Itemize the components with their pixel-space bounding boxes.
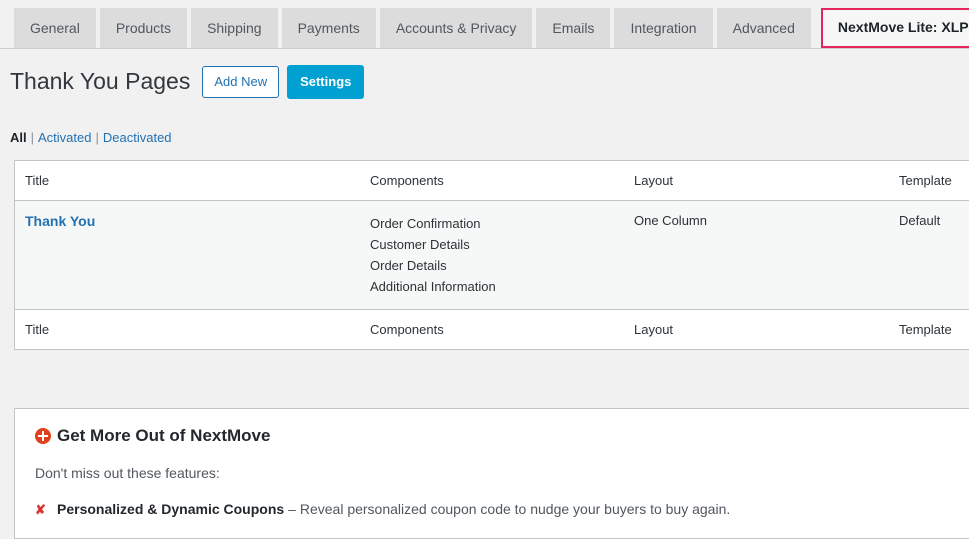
filter-link-activated[interactable]: Activated: [38, 130, 91, 145]
filter-link-all[interactable]: All: [10, 130, 27, 145]
table-footer-row: Title Components Layout Template: [15, 310, 969, 350]
tab-accounts-privacy[interactable]: Accounts & Privacy: [380, 8, 533, 48]
upsell-title: Get More Out of NextMove: [57, 425, 270, 447]
component-item: Additional Information: [370, 276, 614, 297]
table-head: Title Components Layout Template: [15, 161, 969, 201]
table-foot: Title Components Layout Template: [15, 310, 969, 350]
upsell-heading: Get More Out of NextMove: [35, 425, 949, 447]
filter-separator-1: |: [27, 130, 38, 145]
column-footer-layout: Layout: [624, 310, 889, 350]
column-header-components: Components: [360, 161, 624, 201]
column-header-title[interactable]: Title: [15, 161, 361, 201]
component-item: Order Details: [370, 255, 614, 276]
tab-shipping[interactable]: Shipping: [191, 8, 278, 48]
feature-name: Personalized & Dynamic Coupons: [57, 501, 284, 517]
column-footer-components: Components: [360, 310, 624, 350]
page-title: Thank You Pages: [10, 67, 190, 97]
cell-title: Thank You: [15, 201, 361, 310]
settings-tab-bar: GeneralProductsShippingPaymentsAccounts …: [0, 0, 969, 49]
tab-nextmove-lite-xlplugins[interactable]: NextMove Lite: XLPlugins: [821, 8, 969, 48]
column-footer-template: Template: [889, 310, 969, 350]
thank-you-page-link[interactable]: Thank You: [25, 213, 95, 229]
table-header-row: Title Components Layout Template: [15, 161, 969, 201]
component-list: Order Confirmation Customer Details Orde…: [370, 213, 614, 297]
feature-item: ✘ Personalized & Dynamic Coupons– Reveal…: [35, 501, 949, 518]
filter-link-deactivated[interactable]: Deactivated: [103, 130, 172, 145]
feature-text: Personalized & Dynamic Coupons– Reveal p…: [57, 501, 730, 517]
column-footer-title[interactable]: Title: [15, 310, 361, 350]
component-item: Order Confirmation: [370, 213, 614, 234]
tab-integration[interactable]: Integration: [614, 8, 712, 48]
table-body: Thank You Order Confirmation Customer De…: [15, 201, 969, 310]
column-header-template: Template: [889, 161, 969, 201]
add-new-button[interactable]: Add New: [202, 66, 279, 98]
feature-description: – Reveal personalized coupon code to nud…: [288, 501, 730, 517]
page-header: Thank You Pages Add New Settings: [0, 49, 969, 99]
tab-advanced[interactable]: Advanced: [717, 8, 811, 48]
thank-you-pages-table: Title Components Layout Template Thank Y…: [14, 160, 969, 350]
column-header-layout: Layout: [624, 161, 889, 201]
table-row: Thank You Order Confirmation Customer De…: [15, 201, 969, 310]
plus-circle-icon: [35, 428, 51, 444]
tab-payments[interactable]: Payments: [282, 8, 376, 48]
component-item: Customer Details: [370, 234, 614, 255]
cell-template: Default: [889, 201, 969, 310]
settings-button[interactable]: Settings: [287, 65, 364, 99]
status-filter-links: All|Activated|Deactivated: [10, 125, 969, 151]
cross-mark-icon: ✘: [35, 502, 57, 518]
cell-layout: One Column: [624, 201, 889, 310]
filter-separator-2: |: [92, 130, 103, 145]
upsell-subtitle: Don't miss out these features:: [35, 465, 949, 481]
cell-components: Order Confirmation Customer Details Orde…: [360, 201, 624, 310]
upsell-panel: Get More Out of NextMove Don't miss out …: [14, 408, 969, 539]
tab-emails[interactable]: Emails: [536, 8, 610, 48]
tab-general[interactable]: General: [14, 8, 96, 48]
tab-products[interactable]: Products: [100, 8, 187, 48]
